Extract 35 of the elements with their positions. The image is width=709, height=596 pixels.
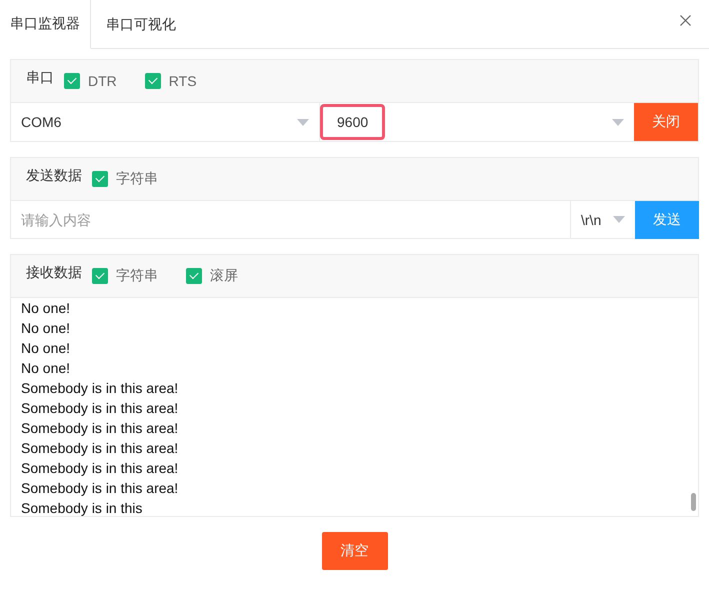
checkbox-label: 字符串 — [116, 170, 158, 188]
baud-select[interactable]: 9600 — [319, 103, 634, 141]
log-line: No one! — [21, 339, 72, 358]
checkbox[interactable] — [144, 73, 161, 89]
section-label: 接收数据 — [26, 264, 82, 282]
port-select[interactable]: COM6 — [11, 103, 319, 141]
checkbox-label: DTR — [88, 73, 117, 89]
tab[interactable]: 串口可视化 — [91, 0, 192, 49]
caret-icon — [613, 216, 625, 223]
log-line: Somebody is in this area! — [21, 479, 180, 498]
scrollbar-thumb[interactable] — [691, 493, 696, 511]
section-label: 串口 — [26, 69, 54, 87]
log-line: No one! — [21, 299, 72, 318]
close-icon[interactable] — [680, 14, 691, 26]
checkbox-label: 滚屏 — [210, 267, 238, 285]
caret-icon — [297, 118, 309, 126]
section-label: 发送数据 — [26, 167, 82, 185]
checkbox-label: RTS — [168, 73, 197, 89]
log-line: Somebody is in this area! — [21, 459, 180, 478]
checkbox[interactable] — [92, 171, 108, 187]
log-line: Somebody is in this area! — [21, 379, 180, 398]
log-line: Somebody is in this area! — [21, 399, 180, 418]
baud-value: 9600 — [320, 104, 386, 140]
checkbox[interactable] — [92, 268, 108, 284]
log-line: No one! — [21, 319, 72, 338]
input-field[interactable]: 请输入内容 — [10, 201, 571, 239]
checkbox[interactable] — [64, 73, 80, 89]
log-line: Somebody is in this — [21, 499, 144, 516]
caret-icon — [612, 118, 624, 126]
checkbox[interactable] — [186, 268, 202, 284]
checkbox-label: 字符串 — [116, 267, 158, 285]
log-line: No one! — [21, 359, 72, 378]
tab[interactable]: 串口监视器 — [0, 0, 91, 49]
log-line: Somebody is in this area! — [21, 419, 180, 438]
log-line: Somebody is in this area! — [21, 439, 180, 458]
